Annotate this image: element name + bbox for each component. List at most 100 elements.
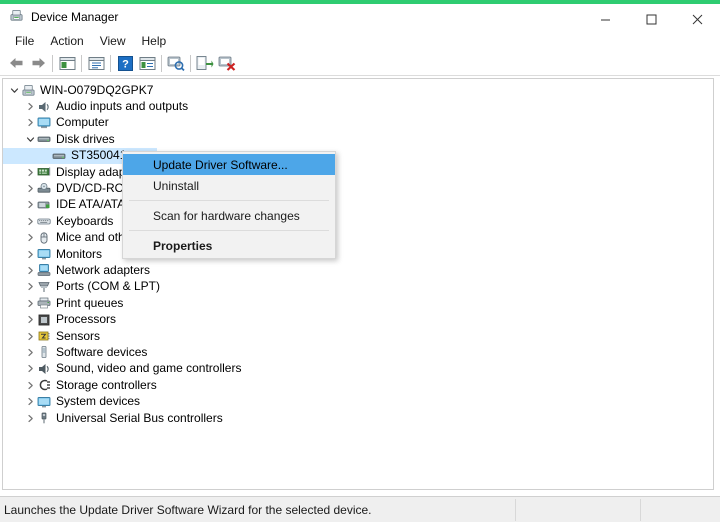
tree-item-sound-video-and-game-controllers[interactable]: Sound, video and game controllers [3, 361, 713, 377]
view-detail-icon[interactable] [136, 52, 158, 74]
tree-item-computer[interactable]: Computer [3, 115, 713, 131]
tree-item-label: Monitors [56, 246, 103, 261]
tree-item-label: Processors [56, 312, 117, 327]
tree-item-label: Audio inputs and outputs [56, 99, 189, 114]
tree-item-processors[interactable]: Processors [3, 311, 713, 327]
system-device-icon [36, 394, 52, 410]
device-manager-icon [9, 8, 24, 26]
tree-item-st350041[interactable]: ST350041 [3, 147, 713, 164]
chevron-right-icon[interactable] [25, 331, 36, 342]
tree-item-label: Storage controllers [56, 377, 157, 392]
tree-item-print-queues[interactable]: Print queues [3, 295, 713, 311]
tree-item-label: WIN-O079DQ2GPK7 [40, 82, 154, 97]
status-bar-message: Launches the Update Driver Software Wiza… [4, 503, 372, 517]
chevron-right-icon[interactable] [25, 216, 36, 227]
tree-item-label: Print queues [56, 295, 124, 310]
tree-item-disk-drives[interactable]: Disk drives [3, 131, 713, 147]
forward-arrow-icon[interactable] [27, 52, 49, 74]
chevron-right-icon[interactable] [25, 167, 36, 178]
tree-item-root[interactable]: WIN-O079DQ2GPK7 [3, 82, 713, 98]
chevron-right-icon[interactable] [25, 232, 36, 243]
context-menu[interactable]: Update Driver Software... Uninstall Scan… [122, 151, 336, 259]
context-menu-item-scan-for-hardware-changes[interactable]: Scan for hardware changes [123, 205, 335, 226]
menu-action[interactable]: Action [42, 32, 91, 50]
toolbar: ? [0, 51, 720, 75]
tree-item-label: ST350041 [71, 148, 127, 163]
chevron-right-icon[interactable] [25, 396, 36, 407]
tree-item-software-devices[interactable]: Software devices [3, 344, 713, 360]
tree-item-system-devices[interactable]: System devices [3, 393, 713, 409]
chevron-down-icon[interactable] [9, 85, 20, 96]
tree-item-label: System devices [56, 394, 141, 409]
display-adapter-icon [36, 164, 52, 180]
status-bar: Launches the Update Driver Software Wiza… [0, 496, 720, 522]
show-hide-console-tree-icon[interactable] [56, 52, 78, 74]
uninstall-device-icon[interactable] [216, 52, 238, 74]
chevron-right-icon[interactable] [25, 380, 36, 391]
chevron-right-icon[interactable] [25, 249, 36, 260]
tree-item-mice-and-other-pointing-devices[interactable]: Mice and other pointing devices [3, 230, 713, 246]
tree-item-label: Computer [56, 115, 109, 130]
tree-item-ports-com-lpt[interactable]: Ports (COM & LPT) [3, 279, 713, 295]
printer-icon [36, 295, 52, 311]
properties-icon[interactable] [85, 52, 107, 74]
tree-item-audio-inputs-and-outputs[interactable]: Audio inputs and outputs [3, 98, 713, 114]
chevron-right-icon[interactable] [25, 413, 36, 424]
menu-view[interactable]: View [92, 32, 134, 50]
tree-item-universal-serial-bus-controllers[interactable]: Universal Serial Bus controllers [3, 410, 713, 426]
menu-bar: File Action View Help [0, 31, 720, 51]
toolbar-separator [190, 54, 191, 72]
tree-item-monitors[interactable]: Monitors [3, 246, 713, 262]
device-tree: WIN-O079DQ2GPK7 Audio inputs and outputs [3, 82, 713, 426]
chevron-right-icon[interactable] [25, 281, 36, 292]
tree-item-ide-ata-atapi-controllers[interactable]: IDE ATA/ATAPI controllers [3, 197, 713, 213]
toolbar-separator [110, 54, 111, 72]
tree-item-dvd-cd-rom-drives[interactable]: DVD/CD-ROM drives [3, 180, 713, 196]
device-manager-window: Device Manager File Action View Help ? W… [0, 0, 720, 522]
tree-item-storage-controllers[interactable]: Storage controllers [3, 377, 713, 393]
chevron-right-icon[interactable] [25, 298, 36, 309]
tree-item-label: Disk drives [56, 131, 115, 146]
context-menu-item-uninstall[interactable]: Uninstall [123, 175, 335, 196]
audio-icon [36, 99, 52, 115]
menu-help[interactable]: Help [134, 32, 175, 50]
update-driver-software-icon[interactable] [194, 52, 216, 74]
port-icon [36, 279, 52, 295]
toolbar-separator [161, 54, 162, 72]
chevron-right-icon[interactable] [25, 314, 36, 325]
title-bar: Device Manager [0, 4, 720, 31]
scan-hardware-changes-icon[interactable] [165, 52, 187, 74]
sound-icon [36, 361, 52, 377]
tree-item-label: Universal Serial Bus controllers [56, 410, 223, 425]
network-adapter-icon [36, 262, 52, 278]
context-menu-item-properties[interactable]: Properties [123, 235, 335, 256]
storage-controller-icon [36, 377, 52, 393]
tree-item-label: Ports (COM & LPT) [56, 279, 161, 294]
chevron-right-icon[interactable] [25, 199, 36, 210]
tree-item-label: Sensors [56, 328, 101, 343]
svg-text:?: ? [122, 58, 129, 70]
toolbar-divider [0, 75, 720, 76]
chevron-down-icon[interactable] [25, 134, 36, 145]
tree-item-display-adapters[interactable]: Display adapters [3, 164, 713, 180]
tree-item-sensors[interactable]: Sensors [3, 328, 713, 344]
tree-item-network-adapters[interactable]: Network adapters [3, 262, 713, 278]
chevron-right-icon[interactable] [25, 265, 36, 276]
chevron-right-icon[interactable] [25, 363, 36, 374]
context-menu-item-update-driver-software[interactable]: Update Driver Software... [123, 154, 335, 175]
keyboard-icon [36, 213, 52, 229]
mouse-icon [36, 230, 52, 246]
tree-item-keyboards[interactable]: Keyboards [3, 213, 713, 229]
sensor-icon [36, 328, 52, 344]
menu-file[interactable]: File [7, 32, 42, 50]
back-arrow-icon[interactable] [5, 52, 27, 74]
device-tree-panel[interactable]: WIN-O079DQ2GPK7 Audio inputs and outputs [2, 78, 714, 490]
chevron-right-icon[interactable] [25, 347, 36, 358]
chevron-right-icon[interactable] [25, 101, 36, 112]
chevron-right-icon[interactable] [25, 117, 36, 128]
toolbar-separator [81, 54, 82, 72]
status-bar-panel-3 [640, 499, 720, 521]
tree-item-label: Software devices [56, 344, 148, 359]
chevron-right-icon[interactable] [25, 183, 36, 194]
help-icon[interactable]: ? [114, 52, 136, 74]
